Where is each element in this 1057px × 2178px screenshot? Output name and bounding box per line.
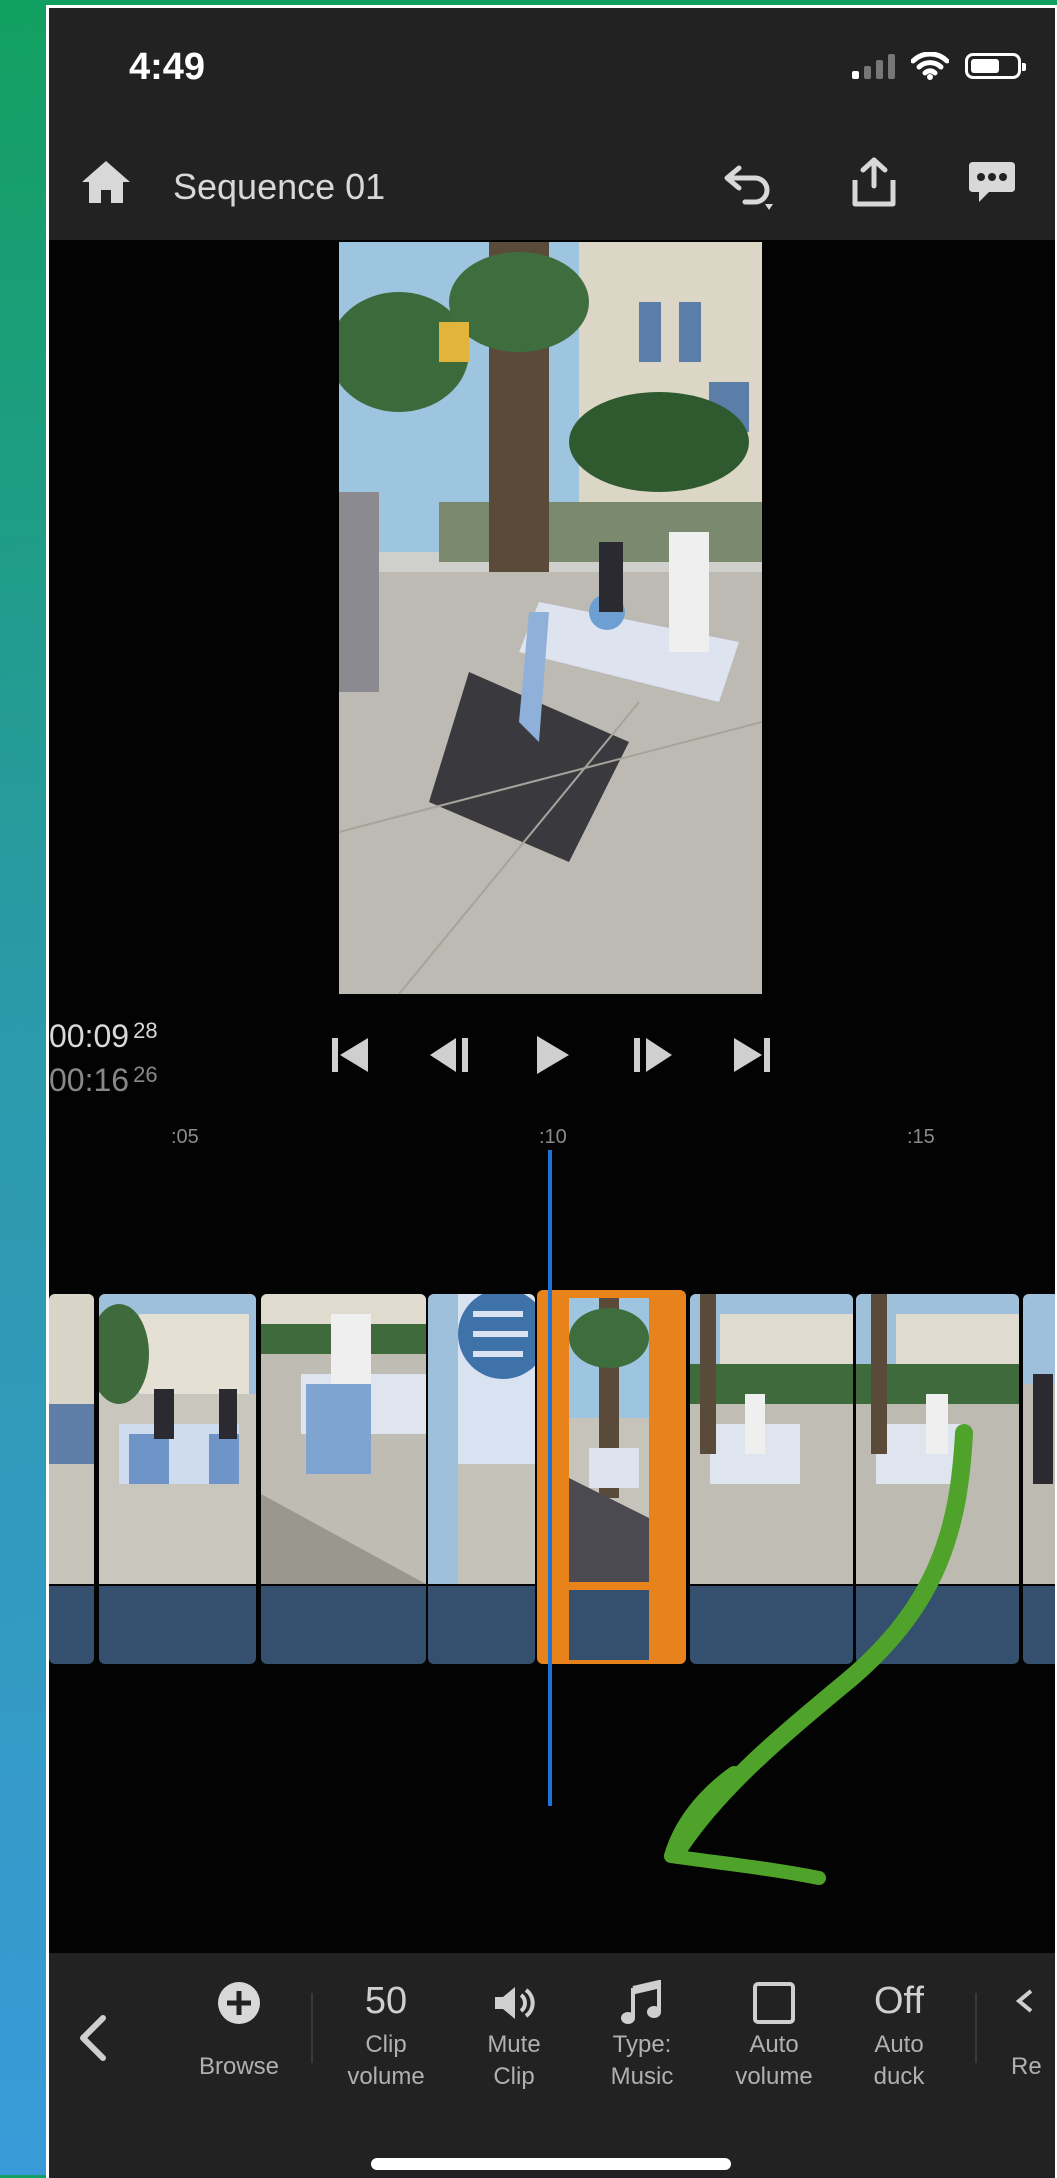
step-forward-icon[interactable]	[626, 1030, 678, 1080]
auto-volume-button[interactable]: Auto volume	[719, 1973, 829, 2093]
browse-button[interactable]: Browse	[169, 1973, 309, 2083]
type-music-button[interactable]: Type: Music	[597, 1973, 687, 2093]
battery-icon	[965, 53, 1026, 79]
reset-button[interactable]: Re	[1011, 1973, 1055, 2083]
type-label: Type: Music	[610, 2031, 674, 2090]
timeline-clip[interactable]	[1023, 1294, 1055, 1664]
clip-volume-label: Clip volume	[347, 2031, 425, 2090]
add-circle-icon	[169, 1973, 309, 2029]
mute-clip-label: Mute Clip	[487, 2031, 541, 2090]
skip-to-end-icon[interactable]	[726, 1030, 778, 1080]
ruler-label: :05	[171, 1126, 199, 1148]
wifi-icon	[911, 52, 949, 80]
timeline-clip[interactable]	[49, 1294, 94, 1664]
play-icon[interactable]	[525, 1030, 577, 1080]
speaker-icon	[469, 1973, 559, 2029]
browse-label: Browse	[198, 2053, 280, 2080]
current-time: 00:09	[49, 1018, 130, 1054]
undo-icon[interactable]	[721, 158, 781, 214]
video-preview	[339, 242, 762, 994]
auto-volume-label: Auto volume	[735, 2031, 813, 2090]
step-back-icon[interactable]	[424, 1030, 476, 1080]
chevron-left-icon[interactable]	[69, 2008, 119, 2068]
chat-icon[interactable]	[967, 160, 1017, 206]
reset-icon	[1011, 1973, 1055, 2029]
current-timecode: 00:09 28	[49, 1018, 158, 1055]
ruler-label: :15	[907, 1126, 935, 1148]
share-icon[interactable]	[849, 156, 899, 208]
home-icon[interactable]	[79, 158, 133, 206]
skip-to-start-icon[interactable]	[324, 1030, 376, 1080]
annotation-arrow	[664, 1424, 973, 1885]
status-icons	[852, 52, 1026, 80]
clip-volume-button[interactable]: 50 Clip volume	[331, 1973, 441, 2093]
phone-screen: 4:49 Sequence 01 00:09 28 00:16 26:05:…	[46, 5, 1057, 2178]
status-time: 4:49	[129, 46, 206, 88]
total-frame: 26	[133, 1062, 158, 1087]
playhead[interactable]	[548, 1150, 552, 1806]
timeline-clip[interactable]	[261, 1294, 426, 1664]
total-timecode: 00:16 26	[49, 1062, 158, 1099]
ruler-label: :10	[539, 1126, 567, 1148]
auto-duck-value: Off	[874, 1980, 924, 2022]
clip-volume-value: 50	[364, 1980, 408, 2022]
cellular-signal-icon	[852, 53, 895, 79]
timeline-clip[interactable]	[99, 1294, 256, 1664]
total-time: 00:16	[49, 1062, 130, 1098]
home-indicator[interactable]	[371, 2158, 731, 2170]
reset-label: Re	[1011, 2053, 1042, 2080]
timeline-clip[interactable]	[428, 1294, 535, 1664]
checkbox-icon	[719, 1973, 829, 2029]
auto-duck-button[interactable]: Off Auto duck	[849, 1973, 949, 2093]
music-note-icon	[597, 1973, 687, 2029]
auto-duck-label: Auto duck	[873, 2031, 925, 2090]
mute-clip-button[interactable]: Mute Clip	[469, 1973, 559, 2093]
current-frame: 28	[133, 1018, 158, 1043]
audio-toolbar: Browse 50 Clip volume Mute Clip Type: Mu…	[49, 1953, 1055, 2178]
top-bar: 4:49 Sequence 01	[49, 8, 1055, 240]
sequence-title[interactable]: Sequence 01	[173, 166, 385, 208]
